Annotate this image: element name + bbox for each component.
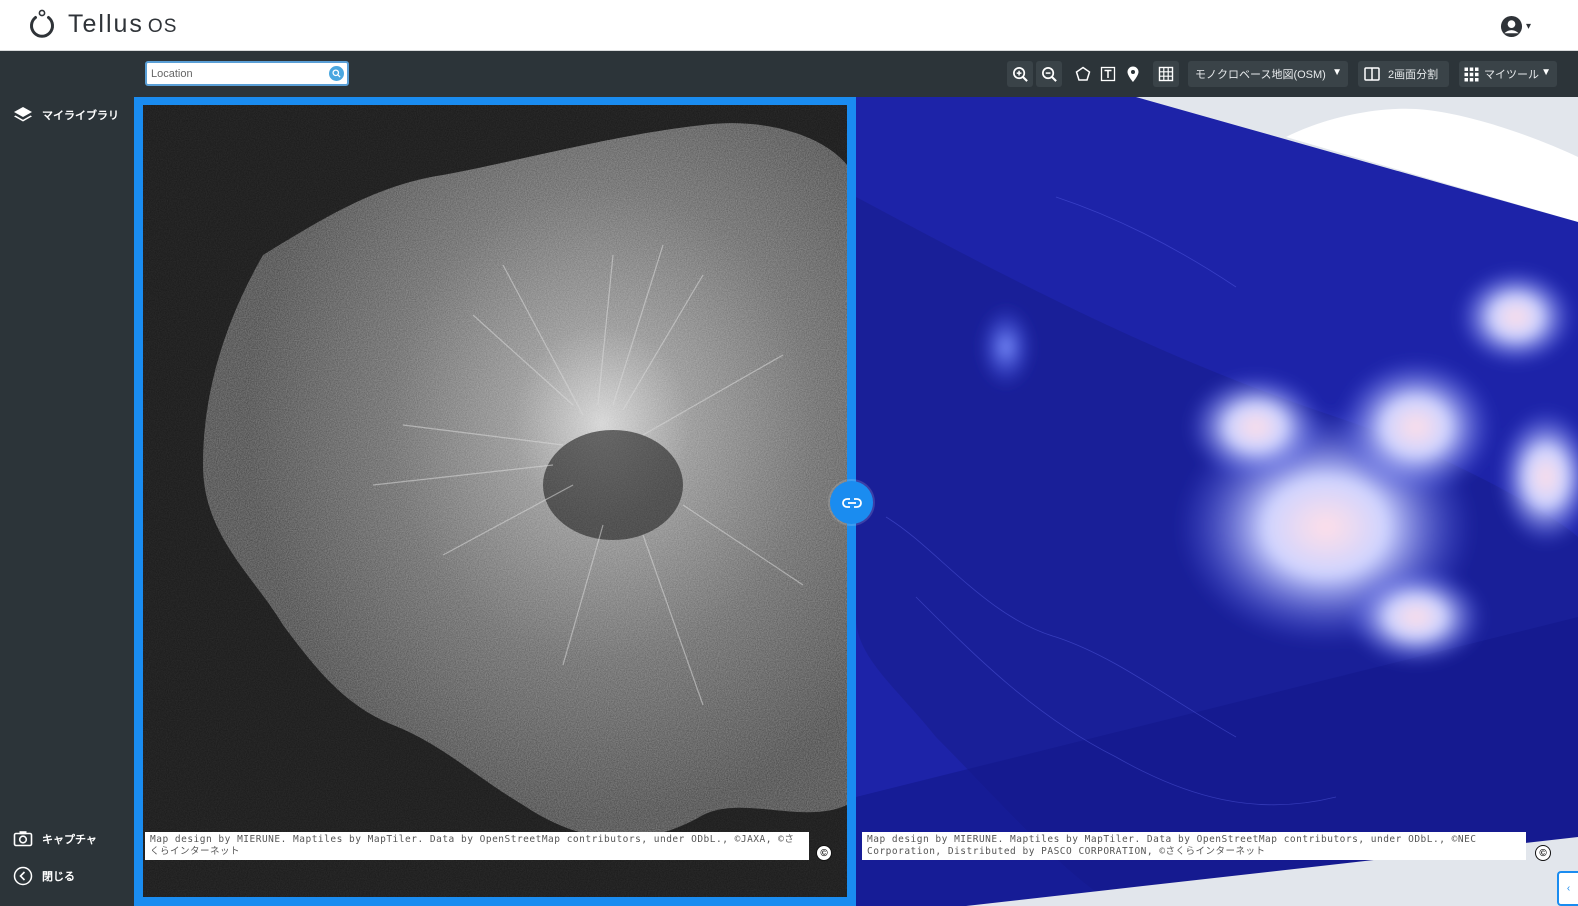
- basemap-select[interactable]: モノクロベース地図(OSM) ▼: [1188, 61, 1348, 87]
- mytools-menu[interactable]: マイツール ▼: [1459, 61, 1557, 87]
- mytools-label: マイツール: [1484, 69, 1539, 81]
- map-attribution: Map design by MIERUNE. Maptiles by MapTi…: [145, 832, 809, 860]
- tellus-logo[interactable]: Tellus OS: [26, 8, 177, 40]
- map-pin-icon: [1127, 66, 1139, 82]
- zoom-out-icon: [1041, 66, 1057, 82]
- logo-text: Tellus OS: [68, 10, 177, 39]
- caret-down-icon: ▼: [1541, 67, 1551, 78]
- optical-image: [856, 97, 1578, 906]
- sar-image: [143, 105, 847, 897]
- layers-icon: [13, 105, 33, 125]
- chevron-left-circle-icon: [13, 866, 33, 886]
- logo-suffix: OS: [147, 15, 178, 37]
- sidebar-item-my-library[interactable]: マイライブラリ: [13, 105, 119, 125]
- sidebar: マイライブラリ キャプチャ 閉じる: [0, 51, 134, 906]
- draw-marker-button[interactable]: [1120, 61, 1146, 87]
- tellus-logo-icon: [30, 9, 54, 38]
- map-attribution: Map design by MIERUNE. Maptiles by MapTi…: [862, 832, 1526, 860]
- split-view-icon: [1364, 67, 1380, 81]
- copyright-icon[interactable]: ©: [816, 845, 832, 861]
- split-screen-label: 2画面分割: [1388, 69, 1439, 81]
- right-map-pane[interactable]: Map design by MIERUNE. Maptiles by MapTi…: [856, 97, 1578, 906]
- search-icon: [332, 69, 341, 78]
- basemap-select-value: モノクロベース地図(OSM): [1195, 69, 1326, 81]
- map-compare-area: Map design by MIERUNE. Maptiles by MapTi…: [134, 97, 1578, 906]
- sidebar-item-close[interactable]: 閉じる: [13, 866, 75, 886]
- camera-icon: [13, 829, 33, 849]
- zoom-out-button[interactable]: [1036, 61, 1062, 87]
- collapse-panel-tab[interactable]: ‹: [1557, 871, 1578, 906]
- account-menu[interactable]: ▾: [1500, 14, 1536, 38]
- split-screen-button[interactable]: 2画面分割: [1358, 61, 1449, 87]
- top-header: Tellus OS ▾: [0, 0, 1578, 51]
- sync-maps-button[interactable]: [830, 481, 873, 524]
- draw-polygon-button[interactable]: [1070, 61, 1096, 87]
- sidebar-item-capture[interactable]: キャプチャ: [13, 829, 97, 849]
- caret-down-icon: ▾: [1526, 20, 1532, 32]
- zoom-in-button[interactable]: [1007, 61, 1033, 87]
- draw-text-button[interactable]: [1095, 61, 1121, 87]
- sidebar-item-label: マイライブラリ: [42, 110, 119, 122]
- location-search: [145, 61, 349, 86]
- logo-name: Tellus: [68, 9, 144, 38]
- chevron-left-icon: ‹: [1566, 883, 1571, 894]
- left-map-pane[interactable]: Map design by MIERUNE. Maptiles by MapTi…: [134, 97, 856, 906]
- copyright-icon[interactable]: ©: [1535, 845, 1551, 861]
- search-button[interactable]: [329, 66, 344, 81]
- user-circle-icon: [1500, 15, 1523, 37]
- grid-button[interactable]: [1153, 61, 1179, 87]
- link-icon: [841, 497, 862, 508]
- map-toolbar: モノクロベース地図(OSM) ▼ 2画面分割 マイツール ▼: [134, 51, 1578, 97]
- polygon-icon: [1075, 66, 1091, 81]
- search-input[interactable]: [151, 65, 321, 82]
- sidebar-item-label: 閉じる: [42, 871, 75, 883]
- apps-grid-icon: [1464, 67, 1479, 81]
- caret-down-icon: ▼: [1332, 67, 1342, 78]
- text-tool-icon: [1100, 66, 1116, 82]
- zoom-in-icon: [1012, 66, 1028, 82]
- sidebar-item-label: キャプチャ: [42, 834, 97, 846]
- grid-icon: [1158, 66, 1174, 82]
